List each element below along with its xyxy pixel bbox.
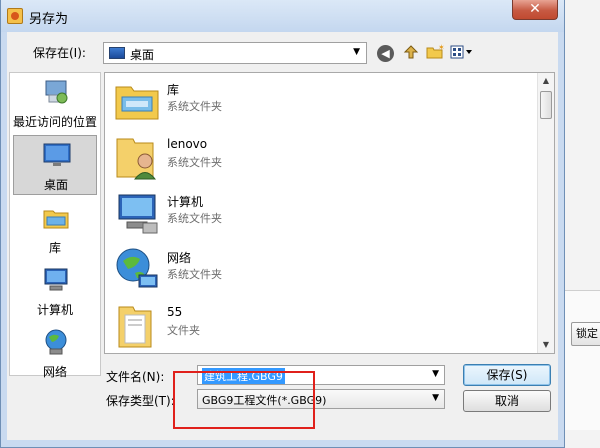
save-location-combo[interactable]: 桌面 ▼ [103, 42, 367, 64]
view-menu-icon[interactable] [449, 43, 475, 63]
chevron-down-icon[interactable]: ▼ [432, 369, 439, 379]
new-folder-icon[interactable]: ✶ [425, 43, 445, 63]
desktop-icon [42, 140, 72, 170]
file-name: lenovo [167, 137, 208, 151]
libraries-folder-icon [113, 77, 161, 125]
computer-icon [41, 265, 71, 295]
file-type: 系统文件夹 [167, 156, 222, 169]
place-label: 桌面 [43, 178, 68, 192]
cancel-button[interactable]: 取消 [463, 390, 551, 412]
list-item[interactable]: 计算机 系统文件夹 [109, 187, 529, 239]
place-label: 计算机 [36, 303, 73, 317]
place-label: 最近访问的位置 [13, 115, 98, 129]
close-button[interactable]: ✕ [512, 0, 558, 20]
places-bar: 最近访问的位置 桌面 库 计算机 网络 [9, 72, 101, 379]
file-name: 55 [167, 305, 183, 319]
chevron-down-icon[interactable]: ▼ [353, 47, 360, 57]
file-type-label: 保存类型(T): [106, 394, 175, 408]
up-folder-icon[interactable] [401, 43, 421, 63]
file-name-label: 文件名(N): [106, 370, 165, 384]
background-panel [565, 290, 600, 430]
save-button[interactable]: 保存(S) [463, 364, 551, 386]
list-item[interactable]: lenovo 系统文件夹 [109, 131, 529, 183]
back-arrow-icon[interactable]: ◀ [377, 45, 394, 62]
recent-places-icon [41, 77, 71, 107]
place-libraries[interactable]: 库 [13, 199, 97, 259]
save-in-label: 保存在(I): [33, 46, 86, 60]
list-item[interactable]: 网络 系统文件夹 [109, 243, 529, 295]
list-item[interactable]: 库 系统文件夹 [109, 75, 529, 127]
dialog-title: 另存为 [29, 12, 69, 27]
place-desktop[interactable]: 桌面 [13, 135, 97, 195]
file-name: 库 [167, 83, 180, 97]
place-computer[interactable]: 计算机 [13, 261, 97, 321]
background-lock-button[interactable]: 锁定 [571, 322, 600, 346]
place-label: 网络 [42, 365, 67, 379]
libraries-icon [41, 203, 71, 233]
desktop-icon [109, 47, 125, 59]
title-bar[interactable]: 另存为 ✕ [1, 0, 564, 32]
file-list[interactable]: 库 系统文件夹 lenovo 系统文件夹 计算机 系统文件夹 网络 系统文件夹 … [104, 72, 555, 354]
svg-text:✶: ✶ [438, 43, 445, 52]
scroll-down-icon[interactable]: ▼ [538, 337, 554, 353]
computer-icon [113, 189, 161, 237]
dialog-client-area: 保存在(I): 桌面 ▼ ◀ ✶ 最近访问的位置 桌面 库 计算机 网络 库 系… [7, 32, 558, 440]
scroll-thumb[interactable] [540, 91, 552, 119]
scroll-up-icon[interactable]: ▲ [538, 73, 554, 89]
save-location-value: 桌面 [130, 48, 155, 62]
place-network[interactable]: 网络 [13, 323, 97, 383]
file-type: 文件夹 [167, 324, 200, 337]
file-type: 系统文件夹 [167, 212, 222, 225]
save-as-dialog: 另存为 ✕ 保存在(I): 桌面 ▼ ◀ ✶ 最近访问的位置 桌面 库 计算机 … [0, 0, 565, 448]
background-application: 锁定 [565, 0, 600, 448]
red-annotation-box [173, 371, 315, 429]
file-name: 计算机 [167, 195, 204, 209]
app-icon [7, 8, 23, 24]
vertical-scrollbar[interactable]: ▲ ▼ [537, 73, 554, 353]
chevron-down-icon[interactable]: ▼ [432, 393, 439, 403]
network-globe-icon [113, 245, 161, 293]
place-label: 库 [48, 241, 61, 255]
user-folder-icon [113, 133, 161, 181]
place-recent[interactable]: 最近访问的位置 [13, 73, 97, 133]
folder-icon [113, 301, 161, 349]
list-item[interactable]: 55 文件夹 [109, 299, 529, 351]
file-name: 网络 [167, 251, 192, 265]
file-type: 系统文件夹 [167, 100, 222, 113]
network-icon [41, 327, 71, 357]
file-type: 系统文件夹 [167, 268, 222, 281]
